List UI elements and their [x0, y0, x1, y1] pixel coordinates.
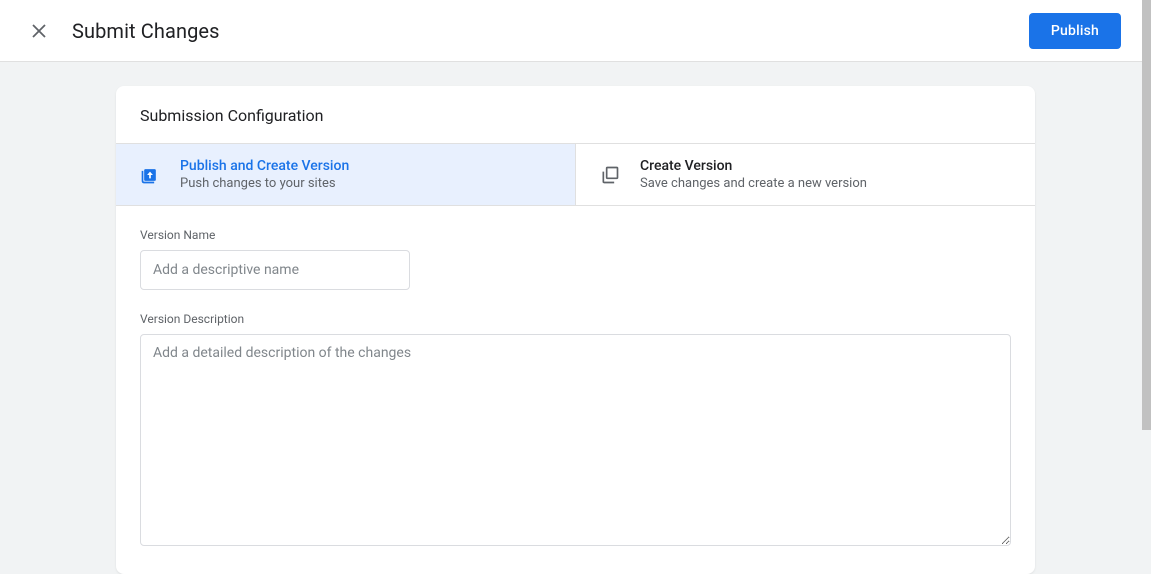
config-tabs: Publish and Create Version Push changes …	[116, 143, 1035, 206]
page-title: Submit Changes	[72, 19, 220, 43]
page-header: Submit Changes Publish	[0, 0, 1151, 62]
version-name-label: Version Name	[140, 228, 1011, 242]
tab-title: Create Version	[640, 158, 867, 174]
publish-icon	[140, 165, 160, 185]
close-button[interactable]	[30, 22, 48, 40]
tab-text: Publish and Create Version Push changes …	[180, 158, 349, 191]
form-area: Version Name Version Description	[116, 206, 1035, 574]
tab-title: Publish and Create Version	[180, 158, 349, 174]
tab-text: Create Version Save changes and create a…	[640, 158, 867, 191]
publish-button[interactable]: Publish	[1029, 13, 1121, 49]
copy-icon	[600, 165, 620, 185]
version-name-input[interactable]	[140, 250, 410, 290]
close-icon	[32, 24, 46, 38]
version-name-group: Version Name	[140, 228, 1011, 290]
submission-card: Submission Configuration Publish and Cre…	[116, 86, 1035, 574]
content-wrap: Submission Configuration Publish and Cre…	[0, 62, 1151, 574]
tab-subtitle: Push changes to your sites	[180, 176, 349, 191]
tab-create-version[interactable]: Create Version Save changes and create a…	[576, 144, 1035, 205]
version-description-group: Version Description	[140, 312, 1011, 550]
card-header: Submission Configuration	[116, 86, 1035, 143]
version-description-input[interactable]	[140, 334, 1011, 546]
tab-subtitle: Save changes and create a new version	[640, 176, 867, 191]
scrollbar[interactable]	[1142, 0, 1151, 430]
version-description-label: Version Description	[140, 312, 1011, 326]
card-title: Submission Configuration	[140, 106, 1011, 125]
header-left: Submit Changes	[30, 19, 220, 43]
tab-publish-create-version[interactable]: Publish and Create Version Push changes …	[116, 144, 576, 205]
